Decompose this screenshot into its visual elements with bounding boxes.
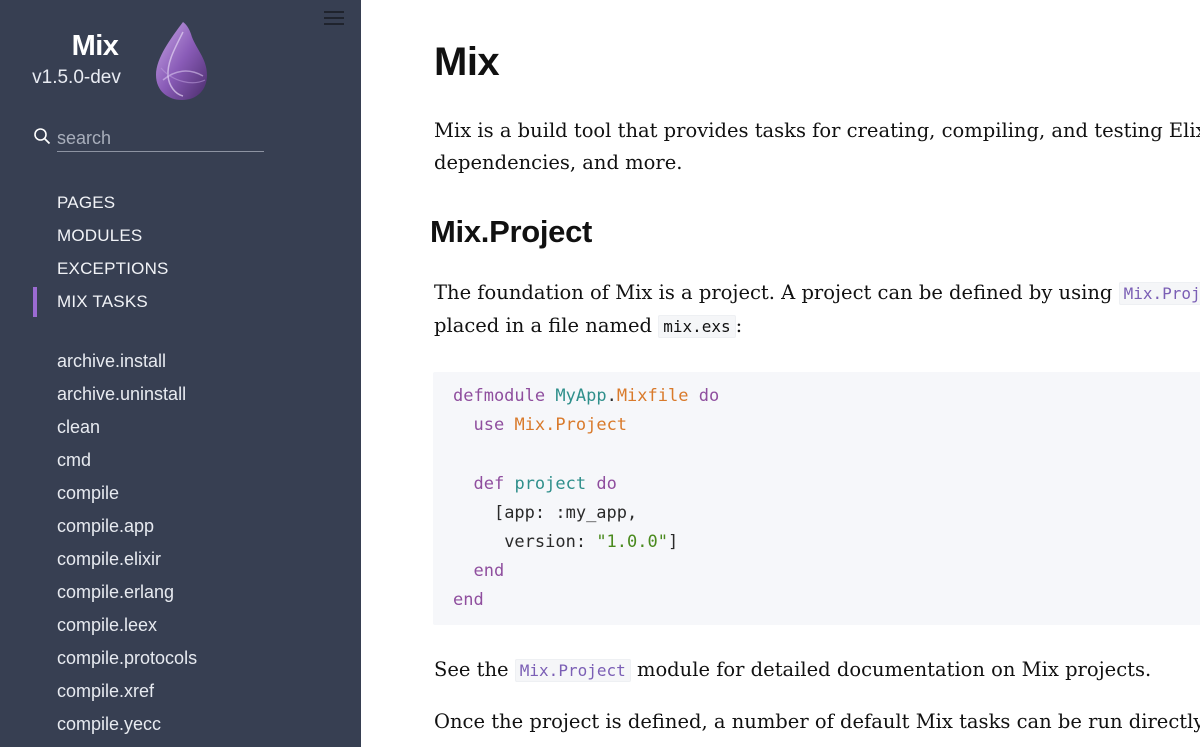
sidebar-item-exceptions[interactable]: EXCEPTIONS: [0, 254, 361, 287]
task-link[interactable]: archive.uninstall: [0, 378, 361, 411]
task-link[interactable]: compile.erlang: [0, 576, 361, 609]
code-token: use: [473, 415, 505, 436]
code-token: Mixfile: [616, 386, 689, 406]
search-icon: [34, 128, 51, 145]
intro-line: dependencies, and more.: [434, 151, 683, 174]
code-block: defmodule MyApp.Mixfile do use Mix.Proje…: [433, 372, 1200, 625]
code-token: end: [453, 590, 484, 611]
code-text: defmodule MyApp.Mixfile do use Mix.Proje…: [453, 382, 719, 616]
paragraph-text: See the: [434, 658, 509, 681]
code-token: project: [514, 473, 587, 494]
sidebar-item-pages[interactable]: PAGES: [0, 188, 361, 221]
code-token: MyApp: [555, 386, 607, 406]
search-input[interactable]: [57, 126, 264, 152]
task-link[interactable]: archive.install: [0, 345, 361, 378]
page-title: Mix: [434, 40, 500, 84]
code-token: Mix.Project: [514, 415, 628, 436]
code-token: ]: [667, 532, 679, 553]
inline-code: mix.exs: [658, 315, 736, 338]
task-link[interactable]: compile.elixir: [0, 543, 361, 576]
task-link[interactable]: compile: [0, 477, 361, 510]
sidebar-item-modules[interactable]: MODULES: [0, 221, 361, 254]
main-content: Mix Mix is a build tool that provides ta…: [361, 0, 1200, 747]
foundation-paragraph: The foundation of Mix is a project. A pr…: [434, 277, 1200, 343]
menu-toggle-icon[interactable]: [324, 11, 346, 27]
sidebar-item-mix-tasks[interactable]: MIX TASKS: [0, 287, 361, 320]
code-token: .: [606, 386, 617, 406]
code-token: do: [596, 473, 617, 494]
task-link[interactable]: compile.xref: [0, 675, 361, 708]
code-token: "1.0.0": [596, 532, 668, 553]
sidebar: Mix v1.5.0-dev PAGES MODULES EXCEPTIONS …: [0, 0, 361, 747]
task-link[interactable]: clean: [0, 411, 361, 444]
see-paragraph: See the Mix.Project module for detailed …: [434, 654, 1200, 687]
elixir-logo-icon[interactable]: [153, 20, 209, 102]
section-heading[interactable]: Mix.Project: [430, 214, 592, 250]
paragraph-text: placed in a file named: [434, 314, 652, 337]
code-token: end: [473, 561, 505, 582]
paragraph-text: module for detailed documentation on Mix…: [636, 658, 1152, 681]
paragraph-text: :: [735, 314, 743, 337]
mix-project-code-link[interactable]: Mix.Project: [1118, 282, 1200, 305]
code-token: def: [473, 473, 505, 494]
task-link[interactable]: compile.leex: [0, 609, 361, 642]
code-token: defmodule: [453, 386, 546, 406]
task-link[interactable]: compile.app: [0, 510, 361, 543]
intro-line: Mix is a build tool that provides tasks …: [434, 119, 1200, 142]
intro-paragraph: Mix is a build tool that provides tasks …: [434, 115, 1200, 179]
mix-project-code-link[interactable]: Mix.Project: [514, 659, 631, 682]
code-token: version:: [504, 532, 597, 553]
project-version: v1.5.0-dev: [32, 67, 121, 88]
once-paragraph: Once the project is defined, a number of…: [434, 710, 1200, 733]
code-token: [app: :my_app,: [493, 502, 638, 523]
sidebar-sections: PAGES MODULES EXCEPTIONS MIX TASKS: [0, 188, 361, 320]
task-link[interactable]: cmd: [0, 444, 361, 477]
code-token: do: [698, 386, 720, 406]
task-link[interactable]: compile.yecc: [0, 708, 361, 741]
task-link[interactable]: compile.protocols: [0, 642, 361, 675]
paragraph-text: The foundation of Mix is a project. A pr…: [434, 281, 1113, 304]
task-list: archive.install archive.uninstall clean …: [0, 345, 361, 741]
search-bar: [33, 126, 265, 153]
